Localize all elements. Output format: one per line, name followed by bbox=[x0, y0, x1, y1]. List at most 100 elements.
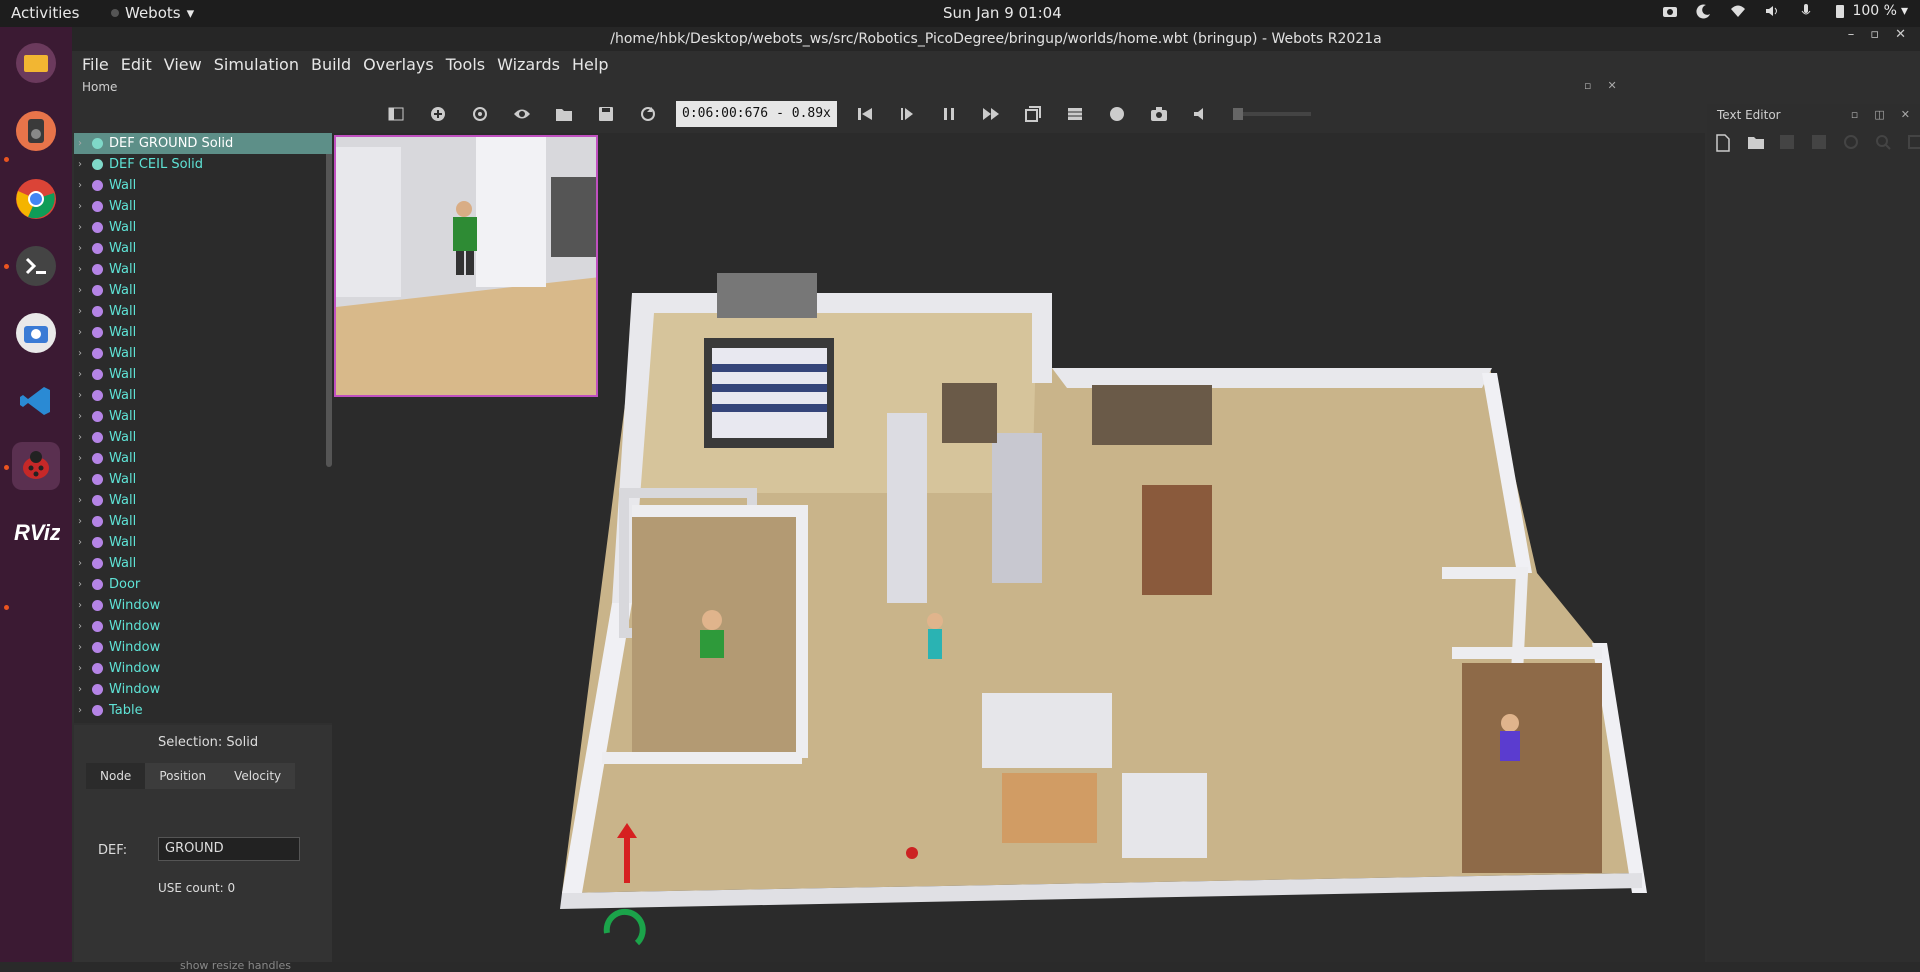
tree-item[interactable]: › Wall bbox=[74, 385, 332, 406]
maximize-panel-button[interactable]: ◫ bbox=[1874, 108, 1884, 121]
expand-arrow-icon[interactable]: › bbox=[78, 243, 92, 254]
tree-item[interactable]: › Table bbox=[74, 700, 332, 721]
expand-arrow-icon[interactable]: › bbox=[78, 495, 92, 506]
expand-arrow-icon[interactable]: › bbox=[78, 180, 92, 191]
expand-arrow-icon[interactable]: › bbox=[78, 306, 92, 317]
tree-item[interactable]: › Wall bbox=[74, 322, 332, 343]
new-file-icon[interactable] bbox=[1715, 134, 1733, 152]
rotation-handle[interactable] bbox=[603, 908, 646, 946]
home-tab[interactable]: Home bbox=[82, 80, 117, 94]
expand-arrow-icon[interactable]: › bbox=[78, 705, 92, 716]
tree-item[interactable]: › Wall bbox=[74, 217, 332, 238]
reset-viewpoint-icon[interactable] bbox=[466, 100, 494, 128]
tree-item[interactable]: › Wall bbox=[74, 532, 332, 553]
menu-help[interactable]: Help bbox=[572, 51, 608, 79]
expand-arrow-icon[interactable]: › bbox=[78, 684, 92, 695]
expand-arrow-icon[interactable]: › bbox=[78, 600, 92, 611]
expand-arrow-icon[interactable]: › bbox=[78, 558, 92, 569]
tree-item[interactable]: › Wall bbox=[74, 364, 332, 385]
tree-item[interactable]: › Window bbox=[74, 637, 332, 658]
vscode-icon[interactable] bbox=[12, 377, 60, 425]
expand-arrow-icon[interactable]: › bbox=[78, 432, 92, 443]
tree-item[interactable]: › Wall bbox=[74, 280, 332, 301]
tree-item[interactable]: › Wall bbox=[74, 469, 332, 490]
camera-screenshot-icon[interactable] bbox=[1145, 100, 1173, 128]
menu-view[interactable]: View bbox=[164, 51, 202, 79]
expand-arrow-icon[interactable]: › bbox=[78, 138, 92, 149]
expand-arrow-icon[interactable]: › bbox=[78, 327, 92, 338]
expand-arrow-icon[interactable]: › bbox=[78, 516, 92, 527]
tree-item[interactable]: › Window bbox=[74, 679, 332, 700]
app-menu[interactable]: Webots ▾ bbox=[111, 4, 194, 22]
record-movie-icon[interactable] bbox=[1061, 100, 1089, 128]
expand-arrow-icon[interactable]: › bbox=[78, 264, 92, 275]
tree-item[interactable]: › DEF GROUND Solid bbox=[74, 133, 332, 154]
expand-arrow-icon[interactable]: › bbox=[78, 537, 92, 548]
tree-item[interactable]: › Wall bbox=[74, 553, 332, 574]
tree-item[interactable]: › Wall bbox=[74, 511, 332, 532]
expand-arrow-icon[interactable]: › bbox=[78, 453, 92, 464]
tree-item[interactable]: › Wall bbox=[74, 175, 332, 196]
toggle-rendering-icon[interactable] bbox=[1019, 100, 1047, 128]
close-button[interactable]: ✕ bbox=[1895, 27, 1906, 42]
reload-world-icon[interactable] bbox=[634, 100, 662, 128]
tab-velocity[interactable]: Velocity bbox=[220, 763, 296, 789]
expand-arrow-icon[interactable]: › bbox=[78, 222, 92, 233]
expand-arrow-icon[interactable]: › bbox=[78, 201, 92, 212]
terminal-icon[interactable] bbox=[12, 242, 60, 290]
volume-slider[interactable] bbox=[1232, 108, 1311, 120]
expand-arrow-icon[interactable]: › bbox=[78, 642, 92, 653]
float-panel-button[interactable]: ▫ bbox=[1584, 79, 1591, 92]
maximize-button[interactable]: ▫ bbox=[1870, 27, 1879, 42]
open-file-icon[interactable] bbox=[1747, 134, 1765, 152]
expand-arrow-icon[interactable]: › bbox=[78, 390, 92, 401]
tree-item[interactable]: › Window bbox=[74, 595, 332, 616]
tab-position[interactable]: Position bbox=[145, 763, 221, 789]
step-icon[interactable] bbox=[893, 100, 921, 128]
fast-forward-icon[interactable] bbox=[977, 100, 1005, 128]
expand-arrow-icon[interactable]: › bbox=[78, 285, 92, 296]
files-icon[interactable] bbox=[12, 39, 60, 87]
expand-arrow-icon[interactable]: › bbox=[78, 663, 92, 674]
expand-arrow-icon[interactable]: › bbox=[78, 159, 92, 170]
eye-icon[interactable] bbox=[508, 100, 536, 128]
expand-arrow-icon[interactable]: › bbox=[78, 348, 92, 359]
menu-overlays[interactable]: Overlays bbox=[363, 51, 434, 79]
menu-build[interactable]: Build bbox=[311, 51, 351, 79]
chrome-icon[interactable] bbox=[12, 175, 60, 223]
expand-arrow-icon[interactable]: › bbox=[78, 621, 92, 632]
close-panel-button[interactable]: ✕ bbox=[1607, 79, 1616, 92]
expand-arrow-icon[interactable]: › bbox=[78, 369, 92, 380]
tab-node[interactable]: Node bbox=[86, 763, 146, 789]
float-panel-button[interactable]: ▫ bbox=[1851, 108, 1858, 121]
tree-item[interactable]: › Wall bbox=[74, 259, 332, 280]
tree-item[interactable]: › Wall bbox=[74, 490, 332, 511]
screenshot-icon[interactable] bbox=[1662, 3, 1678, 19]
tree-item[interactable]: › Wall bbox=[74, 448, 332, 469]
tree-item[interactable]: › Window bbox=[74, 658, 332, 679]
menu-simulation[interactable]: Simulation bbox=[214, 51, 299, 79]
close-panel-button[interactable]: ✕ bbox=[1901, 108, 1910, 121]
tree-item[interactable]: › Wall bbox=[74, 406, 332, 427]
tree-item[interactable]: › Wall bbox=[74, 301, 332, 322]
open-world-icon[interactable] bbox=[550, 100, 578, 128]
expand-arrow-icon[interactable]: › bbox=[78, 474, 92, 485]
speaker-app-icon[interactable] bbox=[12, 107, 60, 155]
record-icon[interactable] bbox=[1103, 100, 1131, 128]
rviz-icon[interactable]: RViz bbox=[12, 509, 60, 557]
show-resize-handles-checkbox[interactable]: show resize handles bbox=[180, 959, 291, 972]
def-input[interactable]: GROUND bbox=[158, 837, 300, 861]
save-world-icon[interactable] bbox=[592, 100, 620, 128]
tree-item[interactable]: › Wall bbox=[74, 427, 332, 448]
toggle-scene-tree-icon[interactable] bbox=[382, 100, 410, 128]
expand-arrow-icon[interactable]: › bbox=[78, 411, 92, 422]
menu-tools[interactable]: Tools bbox=[446, 51, 485, 79]
tree-item[interactable]: › Wall bbox=[74, 343, 332, 364]
camera-app-icon[interactable] bbox=[12, 309, 60, 357]
tree-item[interactable]: › DEF CEIL Solid bbox=[74, 154, 332, 175]
pause-icon[interactable] bbox=[935, 100, 963, 128]
menu-edit[interactable]: Edit bbox=[121, 51, 152, 79]
tree-item[interactable]: › Window bbox=[74, 616, 332, 637]
webots-ladybug-icon[interactable] bbox=[12, 442, 60, 490]
menu-file[interactable]: File bbox=[82, 51, 109, 79]
